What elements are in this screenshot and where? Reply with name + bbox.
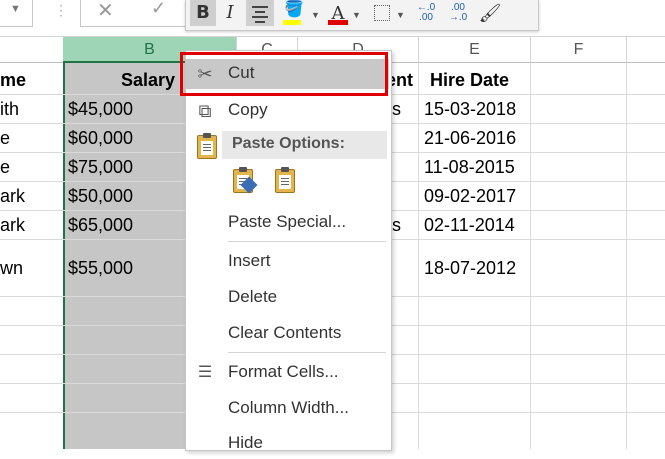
chevron-down-icon: ▼ bbox=[10, 3, 21, 15]
cell-name[interactable]: ark bbox=[0, 186, 25, 207]
fill-color-dropdown[interactable]: ▼ bbox=[311, 10, 320, 20]
borders-dropdown[interactable]: ▼ bbox=[396, 10, 405, 20]
name-box-dropdown[interactable]: ▼ bbox=[0, 0, 33, 27]
cancel-icon[interactable]: ✕ bbox=[97, 0, 114, 23]
font-color-button[interactable]: A bbox=[326, 0, 350, 26]
format-painter-button[interactable]: 🖌 bbox=[478, 0, 502, 26]
cell-salary[interactable]: $75,000 bbox=[68, 157, 133, 178]
cell-hire-date[interactable]: 09-02-2017 bbox=[424, 186, 516, 207]
selected-column-b[interactable] bbox=[63, 63, 186, 449]
paste-options-header: Paste Options: bbox=[222, 131, 387, 159]
menu-item-format-cells[interactable]: ☰ Format Cells... bbox=[186, 358, 389, 388]
formula-controls: ✕ ✓ bbox=[80, 0, 187, 27]
cell-department[interactable]: s bbox=[392, 215, 401, 236]
decrease-decimal-button[interactable]: .00 →.0 bbox=[444, 3, 472, 29]
menu-item-insert[interactable]: Insert bbox=[186, 247, 389, 277]
header-hire-date[interactable]: Hire Date bbox=[430, 70, 509, 91]
enter-icon[interactable]: ✓ bbox=[151, 0, 166, 19]
cell-name[interactable]: ith bbox=[0, 99, 19, 120]
mini-toolbar: B I 🪣 ▼ A ▼ ▼ ←.0 .00 .00 →.0 🖌 bbox=[185, 0, 539, 31]
cell-name[interactable]: e bbox=[0, 128, 10, 149]
menu-item-column-width[interactable]: Column Width... bbox=[186, 394, 389, 424]
column-header-f[interactable]: F bbox=[531, 37, 627, 63]
header-salary[interactable]: Salary bbox=[121, 70, 175, 91]
cell-department[interactable]: s bbox=[392, 99, 401, 120]
more-options-icon[interactable]: ⋮ bbox=[54, 2, 69, 19]
format-cells-icon: ☰ bbox=[197, 364, 213, 381]
column-header-e[interactable]: E bbox=[419, 37, 531, 63]
context-menu: ✂ Cut ⧉ Copy Paste Options: Paste Specia… bbox=[185, 50, 392, 452]
cell-name[interactable]: ark bbox=[0, 215, 25, 236]
cell-salary[interactable]: $45,000 bbox=[68, 99, 133, 120]
menu-item-copy[interactable]: ⧉ Copy bbox=[186, 96, 389, 126]
column-header-a[interactable] bbox=[0, 37, 64, 63]
menu-item-paste-special[interactable]: Paste Special... bbox=[186, 208, 389, 238]
paintbrush-icon: 🖌 bbox=[478, 3, 502, 23]
increase-decimal-button[interactable]: ←.0 .00 bbox=[412, 3, 440, 29]
bold-button[interactable]: B bbox=[190, 0, 216, 26]
column-header-g[interactable] bbox=[627, 37, 665, 63]
paste-icon bbox=[194, 131, 220, 161]
borders-button[interactable] bbox=[372, 0, 392, 26]
cell-salary[interactable]: $65,000 bbox=[68, 215, 133, 236]
cell-hire-date[interactable]: 21-06-2016 bbox=[424, 128, 516, 149]
cell-hire-date[interactable]: 02-11-2014 bbox=[424, 215, 515, 236]
cell-salary[interactable]: $50,000 bbox=[68, 186, 133, 207]
paste-keep-formatting-icon[interactable] bbox=[230, 165, 258, 195]
align-center-button[interactable] bbox=[246, 0, 274, 26]
cell-hire-date[interactable]: 15-03-2018 bbox=[424, 99, 516, 120]
header-name[interactable]: me bbox=[0, 70, 26, 91]
menu-item-delete[interactable]: Delete bbox=[186, 283, 389, 313]
cell-hire-date[interactable]: 18-07-2012 bbox=[424, 258, 516, 279]
cell-salary[interactable]: $60,000 bbox=[68, 128, 133, 149]
menu-item-hide[interactable]: Hide bbox=[186, 429, 389, 459]
cell-salary[interactable]: $55,000 bbox=[68, 258, 133, 279]
cell-name[interactable]: wn bbox=[0, 258, 23, 279]
cell-hire-date[interactable]: 11-08-2015 bbox=[424, 157, 515, 178]
font-color-dropdown[interactable]: ▼ bbox=[352, 10, 361, 20]
paste-values-icon[interactable] bbox=[272, 165, 298, 195]
copy-icon: ⧉ bbox=[198, 101, 212, 121]
menu-item-clear-contents[interactable]: Clear Contents bbox=[186, 319, 389, 349]
cell-name[interactable]: e bbox=[0, 157, 10, 178]
fill-color-button[interactable]: 🪣 bbox=[280, 0, 308, 26]
italic-button[interactable]: I bbox=[220, 0, 240, 26]
borders-icon bbox=[374, 5, 390, 21]
cut-highlight-box bbox=[180, 52, 388, 96]
